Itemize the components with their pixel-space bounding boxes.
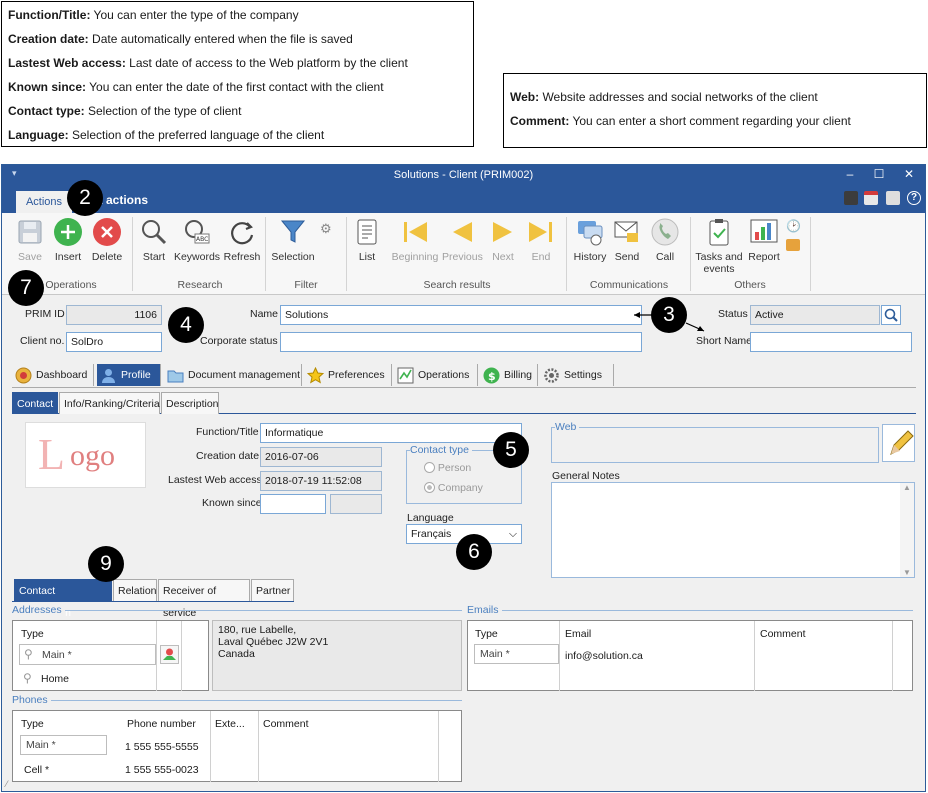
callout-badge: 4 xyxy=(168,307,204,343)
callout-badge: 5 xyxy=(493,432,529,468)
callout-badge: 3 xyxy=(651,297,687,333)
arrow-head xyxy=(634,312,640,318)
callout-badge: 6 xyxy=(456,534,492,570)
callout-badge: 9 xyxy=(88,546,124,582)
callout-badge: 7 xyxy=(8,270,44,306)
annotation-arrows xyxy=(634,312,705,332)
callout-badge: 2 xyxy=(67,180,103,216)
